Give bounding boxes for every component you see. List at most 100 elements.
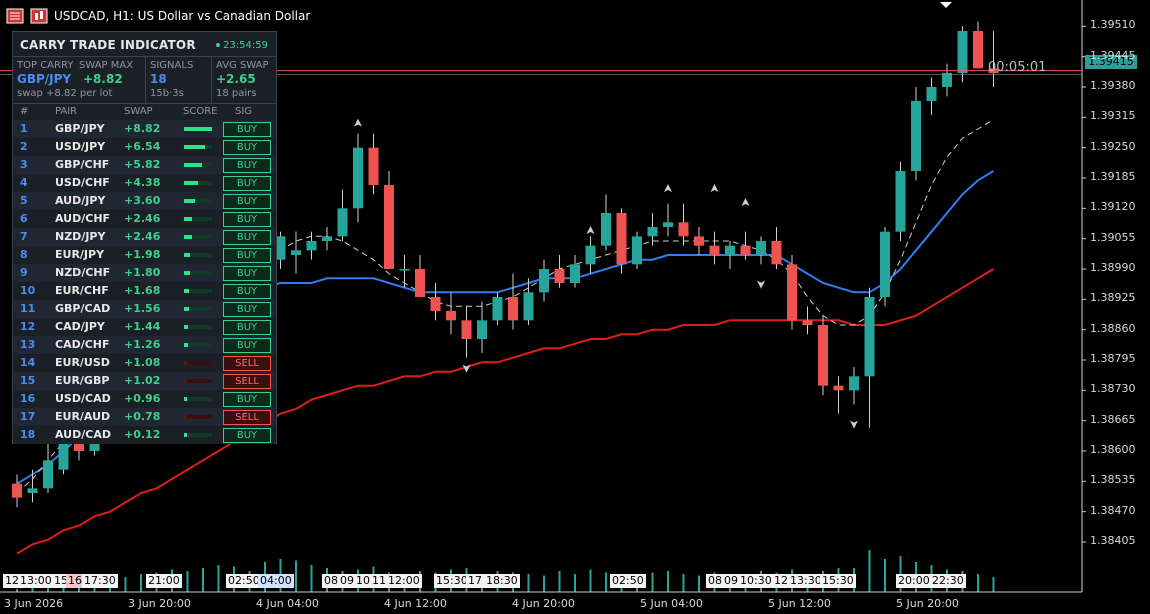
row-signal-badge[interactable]: BUY <box>223 122 271 137</box>
avg-swap-value: +2.65 <box>216 72 256 86</box>
score-fill <box>184 415 187 419</box>
candle <box>787 255 797 330</box>
menu-grid-icon[interactable] <box>6 8 24 24</box>
candle-body <box>802 320 813 325</box>
col-header-pair: PAIR <box>55 106 78 117</box>
row-score-bar <box>184 181 212 185</box>
shift-marker-icon <box>940 2 952 8</box>
row-signal-badge[interactable]: BUY <box>223 248 271 263</box>
volume-bar <box>543 575 545 592</box>
row-swap: +6.54 <box>124 140 161 153</box>
table-row[interactable]: 16 USD/CAD +0.96 BUY <box>14 390 275 408</box>
chart-header: USDCAD, H1: US Dollar vs Canadian Dollar <box>6 6 310 26</box>
row-signal-badge[interactable]: BUY <box>223 194 271 209</box>
session-tag: 20:00 <box>896 574 932 588</box>
row-swap: +1.02 <box>124 374 161 387</box>
row-rank: 13 <box>20 338 36 351</box>
row-signal-badge[interactable]: BUY <box>223 320 271 335</box>
row-signal-badge[interactable]: BUY <box>223 338 271 353</box>
table-row[interactable]: 1 GBP/JPY +8.82 BUY <box>14 120 275 138</box>
table-row[interactable]: 5 AUD/JPY +3.60 BUY <box>14 192 275 210</box>
row-signal-badge[interactable]: SELL <box>223 356 271 371</box>
candle <box>353 133 363 223</box>
chart-type-icon[interactable] <box>30 8 48 24</box>
row-signal-badge[interactable]: SELL <box>223 374 271 389</box>
arrow-up-icon <box>354 118 362 127</box>
arrow-up-icon <box>741 198 750 206</box>
row-signal-badge[interactable]: BUY <box>223 158 271 173</box>
row-pair: EUR/GBP <box>55 374 110 387</box>
row-signal-badge[interactable]: BUY <box>223 302 271 317</box>
candle-body <box>570 264 580 283</box>
row-signal-badge[interactable]: BUY <box>223 428 271 443</box>
candle <box>508 273 518 330</box>
price-tick-label: 1.39315 <box>1090 109 1136 123</box>
row-signal-badge[interactable]: SELL <box>223 410 271 425</box>
candle <box>709 231 720 265</box>
candle-body <box>864 297 875 377</box>
carry-trade-panel: CARRY TRADE INDICATOR 23:54:59 TOP CARRY… <box>12 31 277 444</box>
table-row[interactable]: 11 GBP/CAD +1.56 BUY <box>14 300 275 318</box>
candle-body <box>275 236 286 260</box>
col-header-score: SCORE <box>183 106 218 117</box>
row-signal-badge[interactable]: BUY <box>223 176 271 191</box>
summary-signals: SIGNALS 18 15b·3s <box>145 57 211 103</box>
row-rank: 18 <box>20 428 36 441</box>
volume-bar <box>589 569 592 592</box>
candle-body <box>601 213 611 246</box>
volume-bar <box>992 577 995 592</box>
session-tag: 15:30 <box>434 574 470 588</box>
row-signal-badge[interactable]: BUY <box>223 266 271 281</box>
row-signal-badge[interactable]: BUY <box>223 392 271 407</box>
candle <box>895 161 906 241</box>
row-pair: EUR/CHF <box>55 284 109 297</box>
candle-body <box>27 488 38 493</box>
volume-bar <box>667 571 669 592</box>
candle-body <box>957 31 968 73</box>
table-row[interactable]: 8 EUR/JPY +1.98 BUY <box>14 246 275 264</box>
row-swap: +4.38 <box>124 176 161 189</box>
price-tick-label: 1.38470 <box>1090 503 1136 517</box>
col-header-sig: SIG <box>235 106 253 117</box>
candle <box>477 301 487 353</box>
table-row[interactable]: 15 EUR/GBP +1.02 SELL <box>14 372 275 390</box>
candle <box>694 227 704 255</box>
table-row[interactable]: 10 EUR/CHF +1.68 BUY <box>14 282 275 300</box>
price-tick-label: 1.39055 <box>1090 230 1136 244</box>
session-tag: 22:30 <box>930 574 966 588</box>
row-signal-badge[interactable]: BUY <box>223 230 271 245</box>
table-row[interactable]: 4 USD/CHF +4.38 BUY <box>14 174 275 192</box>
table-row[interactable]: 9 NZD/CHF +1.80 BUY <box>14 264 275 282</box>
candle-body <box>663 222 673 227</box>
row-rank: 1 <box>20 122 28 135</box>
row-rank: 7 <box>20 230 28 243</box>
volume-bar <box>527 574 530 592</box>
table-row[interactable]: 12 CAD/JPY +1.44 BUY <box>14 318 275 336</box>
table-row[interactable]: 14 EUR/USD +1.08 SELL <box>14 354 275 372</box>
candle-body <box>368 147 379 185</box>
volume-bar <box>310 565 313 592</box>
candle <box>973 21 983 69</box>
candle-body <box>787 264 797 321</box>
candle <box>585 236 596 274</box>
volume-bar <box>558 571 561 592</box>
row-signal-badge[interactable]: BUY <box>223 212 271 227</box>
candle-body <box>771 241 782 265</box>
session-tag: 17 <box>466 574 484 588</box>
table-row[interactable]: 6 AUD/CHF +2.46 BUY <box>14 210 275 228</box>
price-tick-label: 1.38990 <box>1090 261 1136 274</box>
row-score-bar <box>184 325 212 329</box>
table-row[interactable]: 2 USD/JPY +6.54 BUY <box>14 138 275 156</box>
signals-label: SIGNALS <box>150 60 194 71</box>
row-pair: NZD/CHF <box>55 266 111 279</box>
row-signal-badge[interactable]: BUY <box>223 284 271 299</box>
row-rank: 17 <box>20 410 36 423</box>
table-row[interactable]: 17 EUR/AUD +0.78 SELL <box>14 408 275 426</box>
table-row[interactable]: 7 NZD/JPY +2.46 BUY <box>14 228 275 246</box>
candle-body <box>461 320 472 339</box>
row-signal-badge[interactable]: BUY <box>223 140 271 155</box>
table-row[interactable]: 3 GBP/CHF +5.82 BUY <box>14 156 275 174</box>
candle <box>756 236 766 265</box>
table-row[interactable]: 18 AUD/CAD +0.12 BUY <box>14 426 275 444</box>
table-row[interactable]: 13 CAD/CHF +1.26 BUY <box>14 336 275 354</box>
